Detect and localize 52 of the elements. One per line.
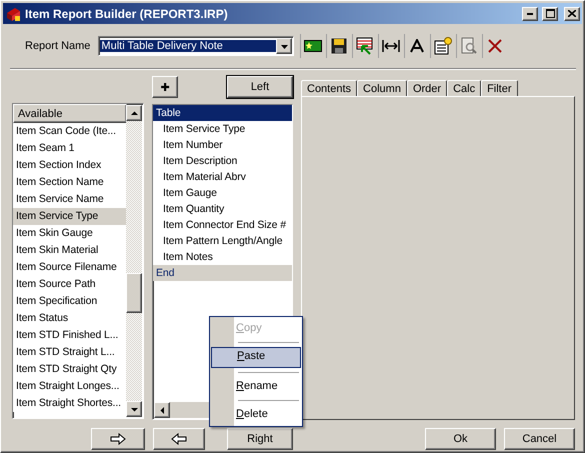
properties-icon xyxy=(434,37,452,55)
caret-icon xyxy=(280,42,288,50)
menu-item[interactable]: Delete xyxy=(210,405,302,424)
delete-icon xyxy=(488,39,502,53)
tab[interactable]: Order xyxy=(406,80,448,96)
available-header: Available xyxy=(13,104,127,123)
maximize-icon xyxy=(546,9,554,18)
report-name-combo[interactable]: Multi Table Delivery Note xyxy=(98,36,294,56)
left-button[interactable]: Left xyxy=(227,76,293,98)
save-icon xyxy=(330,38,347,54)
tab[interactable]: Calc xyxy=(447,80,482,96)
table-arrow-icon xyxy=(356,37,374,55)
ok-button[interactable]: Ok xyxy=(425,428,496,450)
toolbar-button[interactable] xyxy=(430,34,454,58)
left-arrow-icon xyxy=(171,433,187,445)
close-button[interactable] xyxy=(564,6,580,20)
up-arrow-icon xyxy=(130,110,138,116)
right-button[interactable]: Right xyxy=(227,428,293,450)
scroll-down-button[interactable] xyxy=(126,401,142,417)
preview-icon xyxy=(460,37,477,55)
cancel-button[interactable]: Cancel xyxy=(504,428,575,450)
column-width-icon xyxy=(382,40,400,52)
scroll-thumb[interactable] xyxy=(126,273,142,313)
maximize-button[interactable] xyxy=(542,6,558,20)
layout-item[interactable]: Table xyxy=(153,105,292,121)
minimize-icon xyxy=(527,12,533,14)
font-icon xyxy=(410,39,424,53)
list-item[interactable]: Item Service Type xyxy=(13,208,127,225)
left-arrow-icon xyxy=(158,406,166,414)
vertical-scrollbar[interactable] xyxy=(126,105,142,417)
menu-item[interactable]: Rename xyxy=(210,377,302,396)
toolbar-button[interactable] xyxy=(300,34,324,58)
window-title: Item Report Builder (REPORT3.IRP) xyxy=(25,6,229,20)
tab[interactable]: Filter xyxy=(481,80,518,96)
scroll-up-button[interactable] xyxy=(126,105,142,121)
report-name-label: Report Name xyxy=(25,40,90,52)
remove-field-button[interactable] xyxy=(153,428,205,450)
minimize-button[interactable] xyxy=(522,6,538,20)
add-field-button[interactable] xyxy=(91,428,145,450)
menu-item[interactable]: Paste xyxy=(211,347,301,368)
tab[interactable]: Column xyxy=(357,80,407,96)
down-arrow-icon xyxy=(130,406,138,412)
layout-item[interactable]: End xyxy=(153,265,292,281)
toolbar-button[interactable] xyxy=(378,34,402,58)
dropdown-button[interactable] xyxy=(276,38,292,54)
add-button[interactable]: ✚ xyxy=(152,76,178,98)
close-icon xyxy=(568,10,576,17)
new-card-icon xyxy=(304,40,322,52)
tab[interactable]: Contents xyxy=(301,80,358,96)
scroll-left-button[interactable] xyxy=(154,402,170,418)
right-arrow-icon xyxy=(110,433,126,445)
report-name-value: Multi Table Delivery Note xyxy=(100,40,276,52)
